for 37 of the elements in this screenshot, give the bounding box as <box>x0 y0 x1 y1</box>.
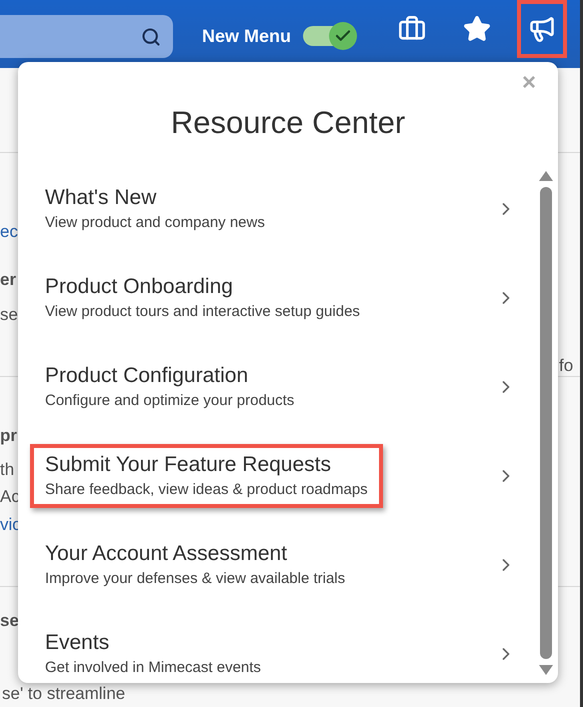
panel-title: Resource Center <box>170 104 406 142</box>
scroll-down-icon[interactable] <box>539 665 553 675</box>
item-subtitle: Improve your defenses & view available trials <box>45 569 346 589</box>
page-text: fo <box>559 356 574 376</box>
item-subtitle: View product tours and interactive setup guides <box>45 302 360 322</box>
page-text: se <box>0 305 18 325</box>
item-title: Product Onboarding <box>45 274 234 300</box>
item-title: Product Configuration <box>45 363 250 389</box>
resource-item[interactable]: Product Configuration Configure and optimize your products <box>18 342 538 432</box>
page-text: se <box>0 611 19 631</box>
item-title: Submit Your Feature Requests <box>45 452 332 478</box>
megaphone-icon <box>528 15 556 43</box>
item-subtitle: Get involved in Mimecast events <box>45 658 261 678</box>
resource-item[interactable]: Your Account Assessment Improve your defenses & view available trials <box>18 520 538 610</box>
item-subtitle: Share feedback, view ideas & product roadmaps <box>45 480 368 500</box>
star-icon <box>463 15 491 43</box>
scroll-thumb[interactable] <box>540 186 552 659</box>
item-title: Your Account Assessment <box>45 541 288 567</box>
item-title: What's New <box>45 185 158 211</box>
page-text: th <box>0 460 14 480</box>
item-subtitle: View product and company news <box>45 213 265 233</box>
page-text: pr <box>0 426 17 446</box>
page-text: se' to streamline <box>2 684 126 704</box>
item-subtitle: Configure and optimize your products <box>45 391 294 411</box>
page-text[interactable]: ec <box>0 222 18 242</box>
page-text: er <box>0 270 16 290</box>
resource-item[interactable]: Events Get involved in Mimecast events <box>18 610 538 683</box>
resource-item[interactable]: Submit Your Feature Requests Share feedback, view ideas & product roadmaps <box>18 432 538 520</box>
resource-item[interactable]: What's New View product and company news <box>18 164 538 254</box>
new-menu-label: New Menu <box>202 25 292 48</box>
resource-item[interactable]: Product Onboarding View product tours and interactive setup guides <box>18 254 538 342</box>
item-title: Events <box>45 630 110 656</box>
search-icon <box>141 26 161 46</box>
search-field[interactable] <box>0 15 173 58</box>
megaphone-button[interactable] <box>517 0 567 58</box>
scroll-up-icon[interactable] <box>539 170 553 180</box>
toggle-switch[interactable] <box>301 22 358 50</box>
